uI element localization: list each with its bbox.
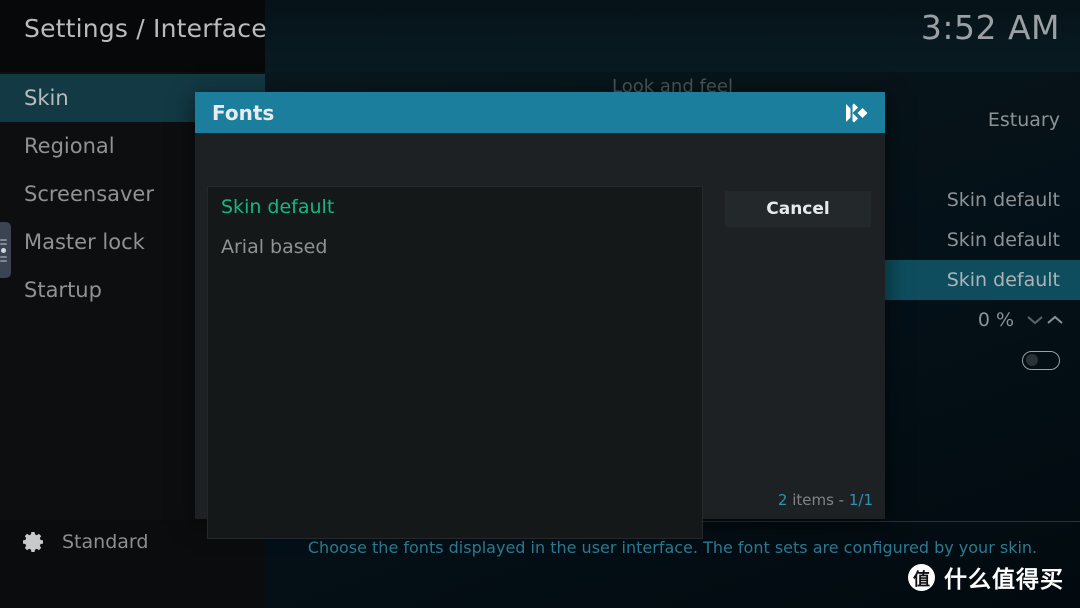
value-row-spacer <box>880 140 1080 180</box>
item-count-number: 2 <box>777 491 788 509</box>
scroll-handle-icon[interactable] <box>0 222 11 278</box>
value-row-colours[interactable]: Skin default <box>880 180 1080 220</box>
value-row-fonts[interactable]: Skin default <box>880 220 1080 260</box>
dialog-body: Skin default Arial based Cancel 2 items … <box>195 133 885 539</box>
value-row-skin[interactable]: Estuary <box>880 100 1080 140</box>
watermark-text: 什么值得买 <box>944 567 1064 593</box>
item-count: 2 items - 1/1 <box>778 491 873 509</box>
value-row-zoom[interactable]: 0 % <box>880 300 1080 340</box>
item-count-label: items - <box>787 491 849 509</box>
toggle-knob <box>1026 354 1038 366</box>
watermark-badge: 值 <box>908 563 935 591</box>
help-text: Choose the fonts displayed in the user i… <box>307 538 1038 557</box>
profile-level[interactable]: Standard <box>22 530 148 554</box>
scroll-handle-line <box>0 259 7 262</box>
clock: 3:52 AM <box>920 8 1060 47</box>
scroll-handle-line <box>0 255 7 258</box>
chevron-up-icon[interactable] <box>1046 314 1064 326</box>
fonts-dialog: Fonts Skin default Arial based Cancel 2 … <box>195 92 885 539</box>
item-count-page: 1/1 <box>848 491 873 509</box>
scroll-handle-line <box>0 238 7 241</box>
toggle-switch[interactable] <box>1022 350 1060 370</box>
list-item[interactable]: Skin default <box>208 187 702 227</box>
dialog-title: Fonts <box>212 100 275 125</box>
zoom-value: 0 % <box>977 309 1014 331</box>
cancel-button[interactable]: Cancel <box>725 191 871 227</box>
watermark: 值 什么值得买 <box>908 560 1064 594</box>
scroll-handle-line <box>0 242 7 245</box>
dialog-header: Fonts <box>195 92 885 133</box>
toggle-row[interactable] <box>880 340 1080 380</box>
settings-values-column: Estuary Skin default Skin default Skin d… <box>880 100 1080 380</box>
gear-icon <box>23 532 43 552</box>
chevron-down-icon[interactable] <box>1026 314 1044 326</box>
kodi-settings-screen: Settings / Interface 3:52 AM Look and fe… <box>0 0 1080 608</box>
value-row-selected[interactable]: Skin default <box>880 260 1080 300</box>
zoom-spinner[interactable] <box>1026 314 1064 326</box>
list-item[interactable]: Arial based <box>208 227 702 267</box>
breadcrumb: Settings / Interface <box>24 14 267 43</box>
kodi-logo-icon <box>846 103 868 122</box>
scroll-handle-knob <box>1 247 6 253</box>
fonts-list: Skin default Arial based <box>207 186 703 539</box>
profile-label: Standard <box>62 531 149 553</box>
